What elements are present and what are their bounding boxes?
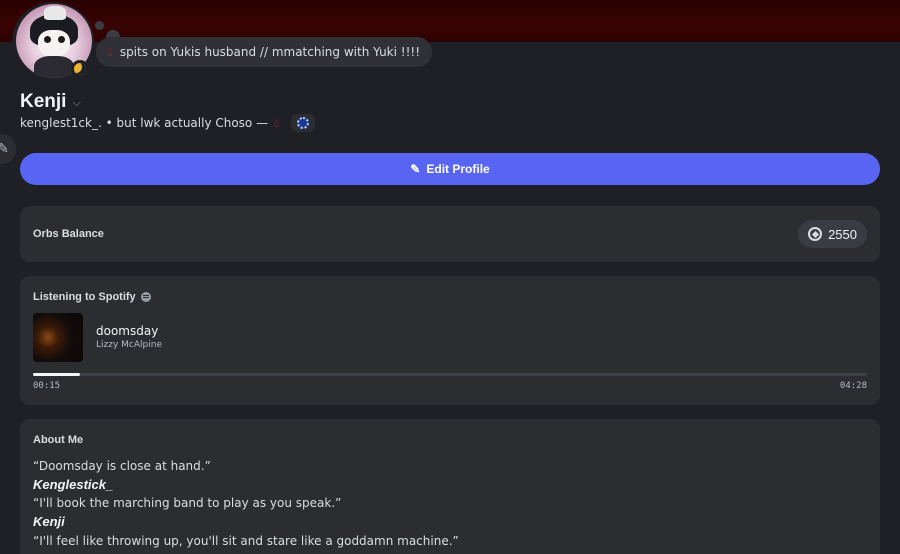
playback-progress-bar [33,373,867,376]
orbs-balance-pill[interactable]: 2550 [798,220,867,248]
pencil-icon[interactable]: ✎ [0,134,16,164]
playback-progress-fill [33,373,80,376]
about-me-card: About Me “Doomsday is close at hand.” Ke… [20,419,880,554]
about-line: “I'll feel like throwing up, you'll sit … [33,533,459,548]
spotify-activity-card: Listening to Spotify doomsday Lizzy McAl… [20,276,880,405]
chevron-down-icon[interactable]: ⌵ [72,96,80,110]
about-line: “I'll book the marching band to play as … [33,496,342,511]
avatar-eye [58,36,65,43]
about-line: “Doomsday is close at hand.” [33,459,211,473]
custom-status-text: spits on Yukis husband // mmatching with… [119,45,421,59]
custom-status[interactable]: 💧︎ spits on Yukis husband // mmatching w… [96,37,433,67]
edit-profile-label: Edit Profile [426,162,490,176]
handle-row: kenglest1ck_. • but lwk actually Choso —… [20,114,315,132]
display-name-row[interactable]: Kenji ⌵ [20,91,81,113]
avatar-face [38,30,70,58]
song-title[interactable]: doomsday [96,324,158,338]
edit-profile-button[interactable]: ✎ Edit Profile [20,153,880,185]
nitro-badge-icon[interactable] [290,114,315,132]
blood-drop-icon: 💧︎ [108,44,113,59]
spotify-icon [140,292,151,302]
duration-time: 04:28 [839,381,867,391]
avatar-cat [44,6,66,20]
elapsed-time: 00:15 [33,381,61,391]
song-artist[interactable]: Lizzy McAlpine [96,340,162,350]
avatar-body [34,56,74,78]
spotify-title: Listening to Spotify [33,291,151,303]
album-art[interactable] [33,313,83,362]
display-name: Kenji [20,91,67,112]
handle-text: kenglest1ck_. • but lwk actually Choso — [20,116,269,130]
orbs-balance-value: 2550 [828,226,857,242]
about-title: About Me [33,434,84,446]
spotify-title-text: Listening to Spotify [33,291,136,303]
about-line: Kenji [33,514,65,530]
about-text: “Doomsday is close at hand.” Kenglestick… [33,457,459,551]
status-bubble-dot [95,21,104,30]
orbs-title: Orbs Balance [33,228,104,240]
orb-icon [808,227,823,241]
about-line: Kenglestick_ [33,476,114,492]
profile-banner [0,0,900,42]
blood-drop-icon: 💧︎ [274,115,279,130]
orbs-balance-card: Orbs Balance 2550 [20,206,880,262]
idle-status-icon [71,60,89,78]
pencil-icon: ✎ [410,162,421,176]
avatar-eye [44,36,51,43]
